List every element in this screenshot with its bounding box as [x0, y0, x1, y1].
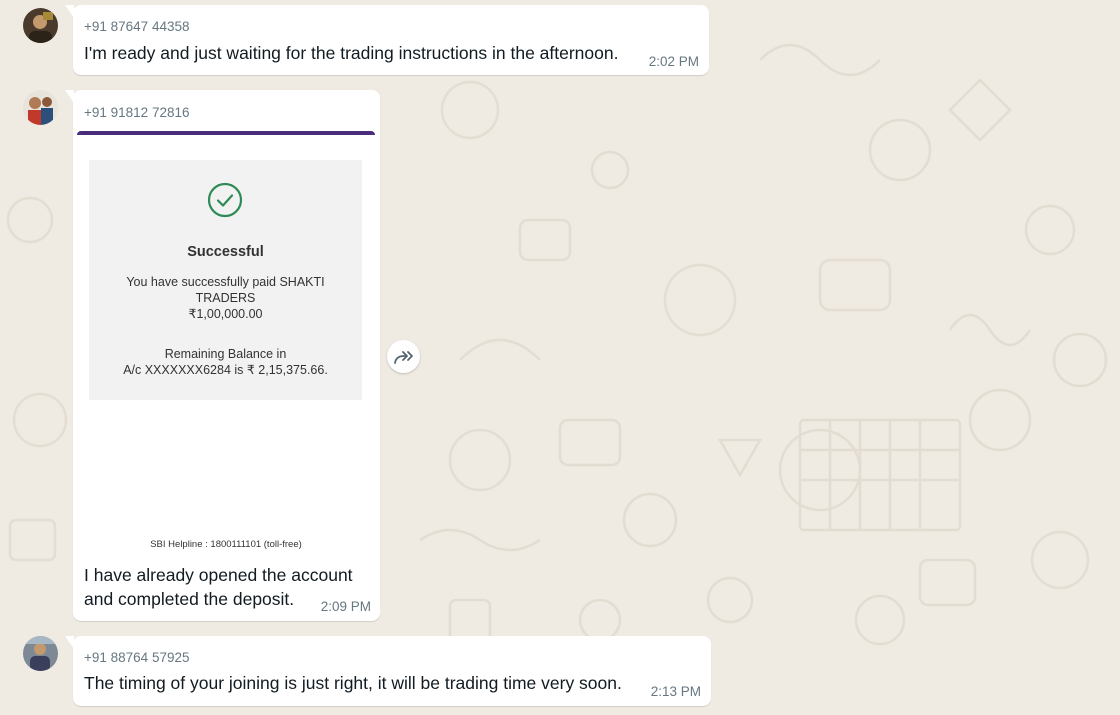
receipt-amount: ₹1,00,000.00 — [188, 307, 263, 321]
message-bubble[interactable]: +91 88764 57925 The timing of your joini… — [65, 636, 711, 706]
forward-button[interactable] — [387, 340, 420, 373]
check-circle-icon — [207, 182, 243, 218]
message-text: I'm ready and just waiting for the tradi… — [84, 43, 619, 63]
message-text-line: I have already opened the account — [84, 565, 353, 585]
sender-phone[interactable]: +91 88764 57925 — [84, 650, 189, 665]
receipt-status: Successful — [187, 244, 264, 260]
message-text-line: and completed the deposit. — [84, 589, 295, 609]
message-text: The timing of your joining is just right… — [84, 673, 622, 693]
avatar[interactable] — [23, 8, 58, 43]
avatar[interactable] — [23, 90, 58, 125]
sender-phone[interactable]: +91 87647 44358 — [84, 19, 189, 34]
receipt-payee-line: You have successfully paid SHAKTI — [126, 275, 325, 289]
message-timestamp: 2:13 PM — [650, 684, 701, 699]
contact-avatar-icon — [23, 8, 58, 43]
receipt-balance-value: A/c XXXXXXX6284 is ₹ 2,15,375.66. — [123, 363, 328, 377]
message-bubble[interactable]: +91 91812 72816 Successful You have succ… — [65, 90, 380, 621]
message-bubble[interactable]: +91 87647 44358 I'm ready and just waiti… — [65, 5, 709, 75]
receipt-card: Successful You have successfully paid SH… — [89, 160, 362, 400]
sender-phone[interactable]: +91 91812 72816 — [84, 105, 189, 120]
receipt-payee-name: TRADERS — [195, 291, 256, 305]
receipt-balance-label: Remaining Balance in — [164, 347, 287, 361]
payment-receipt-image[interactable]: Successful You have successfully paid SH… — [77, 131, 375, 565]
message-timestamp: 2:09 PM — [320, 599, 371, 614]
message-timestamp: 2:02 PM — [648, 54, 699, 69]
receipt-helpline: SBI Helpline : 1800111101 (toll-free) — [150, 539, 302, 550]
chat-panel: +91 87647 44358 I'm ready and just waiti… — [0, 0, 1120, 715]
contact-avatar-icon — [23, 90, 58, 125]
forward-icon — [393, 350, 413, 364]
avatar[interactable] — [23, 636, 58, 671]
contact-avatar-icon — [23, 636, 58, 671]
